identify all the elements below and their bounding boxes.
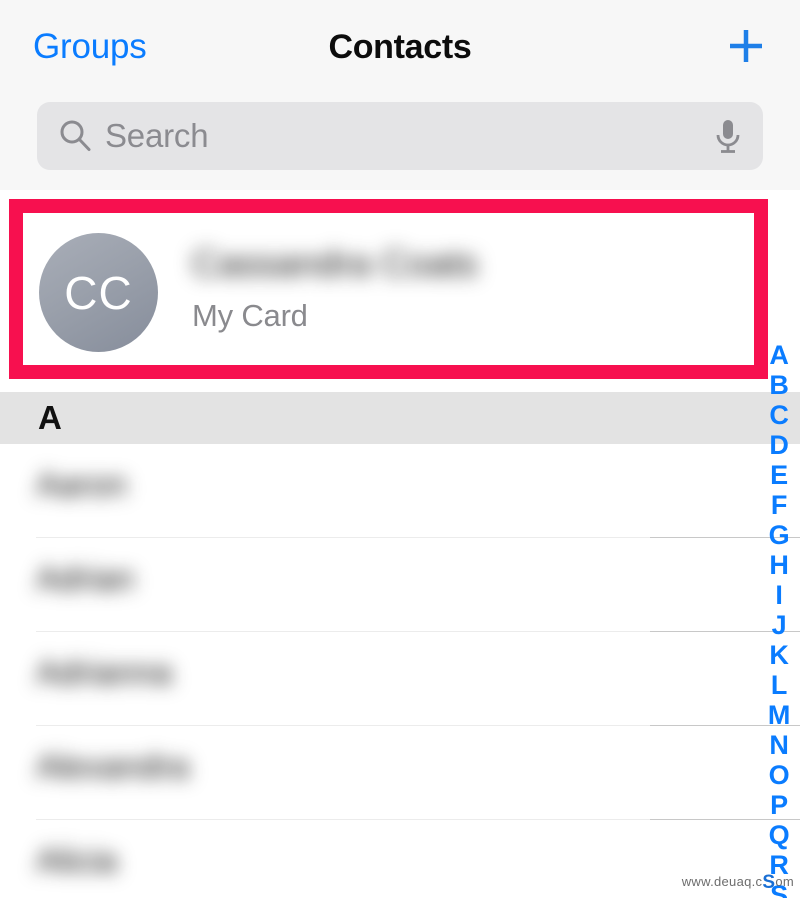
index-letter-g[interactable]: G [758,520,800,550]
index-letter-k[interactable]: K [758,640,800,670]
index-letter-p[interactable]: P [758,790,800,820]
contacts-screen: Groups Contacts Search CC Cassandra Coat… [0,0,800,898]
plus-icon [730,30,762,62]
search-icon [60,120,91,151]
index-letter-a[interactable]: A [758,340,800,370]
index-letter-f[interactable]: F [758,490,800,520]
index-letter-e[interactable]: E [758,460,800,490]
table-row[interactable]: Adrian [0,538,800,632]
contact-name: Alicia [36,842,118,880]
index-letter-c[interactable]: C [758,400,800,430]
search-input[interactable]: Search [37,102,763,170]
my-card-subtitle: My Card [192,298,308,333]
table-row[interactable]: Alicia [0,820,800,898]
section-header-a: A [0,392,800,444]
index-letter-q[interactable]: Q [758,820,800,850]
index-letter-d[interactable]: D [758,430,800,460]
index-letter-n[interactable]: N [758,730,800,760]
index-letter-b[interactable]: B [758,370,800,400]
index-letter-h[interactable]: H [758,550,800,580]
watermark-suffix: om [775,874,794,889]
table-row[interactable]: Alexandra [0,726,800,820]
index-letter-l[interactable]: L [758,670,800,700]
navigation-bar: Groups Contacts [0,0,800,92]
index-letter-o[interactable]: O [758,760,800,790]
avatar-initials: CC [64,266,133,319]
index-letter-i[interactable]: I [758,580,800,610]
page-title: Contacts [328,28,472,66]
search-bar-container: Search [0,92,800,190]
search-placeholder-text: Search [105,117,209,154]
avatar: CC [39,233,158,352]
watermark-prefix: www.deuaq.c [681,874,763,889]
contact-name: Adrian [36,560,135,598]
index-letter-j[interactable]: J [758,610,800,640]
watermark: www.deuaq.cSom [682,872,794,894]
contact-list: Aaron Adrian Adrianna Alexandra Alicia [0,444,800,898]
table-row[interactable]: Adrianna [0,632,800,726]
index-letter-m[interactable]: M [758,700,800,730]
contact-name: Alexandra [36,748,190,786]
my-card-name: Cassandra Coats [192,243,478,284]
watermark-logo-letter: S [762,872,776,893]
table-row[interactable]: Aaron [0,444,800,538]
my-card-row[interactable]: CC [0,190,800,392]
section-header-label: A [38,399,62,436]
add-contact-button[interactable] [722,22,770,70]
alphabet-index-bar[interactable]: A B C D E F G H I J K L M N O P Q R S [758,340,800,898]
microphone-icon[interactable] [711,117,745,155]
contact-name: Adrianna [36,654,173,692]
contact-name: Aaron [36,466,127,504]
